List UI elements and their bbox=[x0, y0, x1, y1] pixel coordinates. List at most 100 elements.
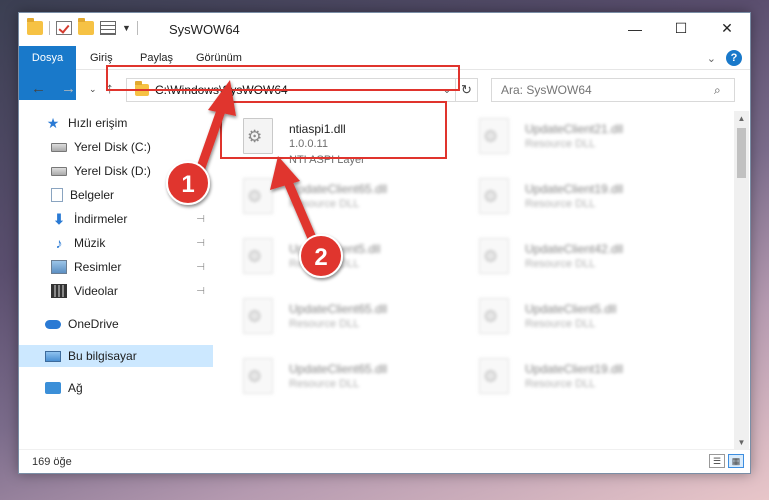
file-item[interactable]: UpdateClient21.dll Resource DLL bbox=[475, 116, 695, 170]
quick-access-toolbar: ▼ bbox=[27, 18, 138, 35]
status-bar: 169 öğe ☰ ▦ bbox=[19, 449, 750, 473]
pin-icon[interactable]: ⊣ bbox=[196, 214, 205, 225]
sidebar-item-label: Yerel Disk (D:) bbox=[74, 164, 151, 178]
sidebar-item-quick-access[interactable]: ★ Hızlı erişim bbox=[19, 112, 213, 134]
pin-icon[interactable]: ⊣ bbox=[196, 262, 205, 273]
scroll-down-icon[interactable]: ▼ bbox=[734, 435, 749, 450]
file-name: UpdateClient19.dll bbox=[525, 362, 624, 376]
file-item[interactable]: UpdateClient19.dll Resource DLL bbox=[475, 176, 695, 230]
tiles-view-icon[interactable]: ▦ bbox=[728, 454, 744, 468]
sidebar-item-network[interactable]: Ağ bbox=[19, 377, 213, 399]
music-icon: ♪ bbox=[55, 235, 63, 251]
help-icon[interactable]: ? bbox=[726, 50, 742, 66]
file-description: Resource DLL bbox=[525, 258, 596, 270]
file-name: UpdateClient42.dll bbox=[525, 242, 624, 256]
new-folder-icon[interactable] bbox=[78, 18, 94, 35]
file-description: Resource DLL bbox=[289, 378, 360, 390]
file-item[interactable]: UpdateClient65.dll Resource DLL bbox=[239, 176, 459, 230]
file-list: ntiaspi1.dll 1.0.0.11 NTI ASPI Layer Upd… bbox=[237, 111, 732, 449]
drive-icon bbox=[51, 166, 67, 176]
dll-file-icon bbox=[479, 118, 509, 154]
expand-ribbon-icon[interactable]: ⌄ bbox=[707, 52, 716, 65]
sidebar-item-documents[interactable]: Belgeler ⊣ bbox=[19, 184, 213, 206]
folder-icon bbox=[27, 18, 43, 35]
sidebar-item-label: Ağ bbox=[68, 381, 83, 395]
file-name: UpdateClient65.dll bbox=[289, 362, 388, 376]
download-icon: ⬇ bbox=[53, 211, 65, 227]
search-box[interactable]: ⌕ bbox=[491, 78, 735, 102]
computer-icon bbox=[45, 350, 61, 362]
sidebar-item-label: Videolar bbox=[74, 284, 118, 298]
sidebar-item-label: Belgeler bbox=[70, 188, 115, 202]
videos-icon bbox=[51, 284, 67, 298]
search-icon[interactable]: ⌕ bbox=[714, 83, 734, 98]
sidebar-item-music[interactable]: ♪ Müzik ⊣ bbox=[19, 232, 213, 254]
sidebar-item-label: Müzik bbox=[74, 236, 106, 250]
sidebar-item-label: Bu bilgisayar bbox=[68, 349, 137, 363]
pin-icon[interactable]: ⊣ bbox=[196, 238, 205, 249]
title-bar: ▼ SysWOW64 — ☐ ✕ bbox=[19, 13, 750, 46]
sidebar-item-label: Hızlı erişim bbox=[68, 116, 128, 130]
file-item[interactable]: UpdateClient42.dll Resource DLL bbox=[475, 236, 695, 290]
file-name: UpdateClient5.dll bbox=[289, 242, 381, 256]
file-name: UpdateClient65.dll bbox=[289, 302, 388, 316]
separator bbox=[49, 21, 50, 35]
dll-file-icon bbox=[479, 298, 509, 334]
scroll-thumb[interactable] bbox=[737, 128, 746, 178]
file-name: UpdateClient5.dll bbox=[525, 302, 617, 316]
sidebar-item-onedrive[interactable]: OneDrive bbox=[19, 313, 213, 335]
separator bbox=[136, 21, 138, 35]
sidebar-item-local-disk-d[interactable]: Yerel Disk (D:) bbox=[19, 160, 213, 182]
dll-file-icon bbox=[479, 358, 509, 394]
file-item[interactable]: UpdateClient65.dll Resource DLL bbox=[239, 296, 459, 350]
customize-toolbar-icon[interactable]: ▼ bbox=[122, 23, 131, 33]
sidebar-item-videos[interactable]: Videolar ⊣ bbox=[19, 280, 213, 302]
view-switcher: ☰ ▦ bbox=[709, 454, 744, 468]
close-button[interactable]: ✕ bbox=[704, 13, 750, 44]
file-item[interactable]: UpdateClient65.dll Resource DLL bbox=[239, 356, 459, 410]
sidebar-item-downloads[interactable]: ⬇ İndirmeler ⊣ bbox=[19, 208, 213, 230]
star-icon: ★ bbox=[46, 115, 60, 131]
file-highlight-box bbox=[220, 101, 447, 159]
sidebar-item-this-pc[interactable]: Bu bilgisayar bbox=[19, 345, 213, 367]
search-input[interactable] bbox=[501, 83, 714, 97]
sidebar-item-label: Yerel Disk (C:) bbox=[74, 140, 151, 154]
properties-icon[interactable] bbox=[100, 21, 116, 35]
file-description: Resource DLL bbox=[289, 318, 360, 330]
details-view-icon[interactable]: ☰ bbox=[709, 454, 725, 468]
minimize-button[interactable]: — bbox=[612, 13, 658, 44]
pin-icon[interactable]: ⊣ bbox=[196, 286, 205, 297]
file-description: Resource DLL bbox=[525, 318, 596, 330]
file-description: Resource DLL bbox=[525, 378, 596, 390]
cloud-icon bbox=[45, 319, 61, 329]
maximize-button[interactable]: ☐ bbox=[658, 13, 704, 44]
file-name: UpdateClient65.dll bbox=[289, 182, 388, 196]
file-name: UpdateClient21.dll bbox=[525, 122, 624, 136]
dll-file-icon bbox=[243, 298, 273, 334]
file-name: UpdateClient19.dll bbox=[525, 182, 624, 196]
sidebar-item-pictures[interactable]: Resimler ⊣ bbox=[19, 256, 213, 278]
drive-icon bbox=[51, 142, 67, 152]
pin-icon[interactable]: ⊣ bbox=[196, 190, 205, 201]
sidebar-item-local-disk-c[interactable]: Yerel Disk (C:) bbox=[19, 136, 213, 158]
file-item[interactable]: UpdateClient19.dll Resource DLL bbox=[475, 356, 695, 410]
documents-icon bbox=[51, 188, 63, 202]
window-controls: — ☐ ✕ bbox=[612, 13, 750, 44]
file-description: Resource DLL bbox=[289, 258, 360, 270]
file-description: Resource DLL bbox=[289, 198, 360, 210]
sidebar-item-label: İndirmeler bbox=[74, 212, 128, 226]
recent-locations-icon[interactable]: ⌄ bbox=[89, 84, 97, 95]
dll-file-icon bbox=[243, 358, 273, 394]
file-item[interactable]: UpdateClient5.dll Resource DLL bbox=[239, 236, 459, 290]
file-item[interactable]: UpdateClient5.dll Resource DLL bbox=[475, 296, 695, 350]
scroll-up-icon[interactable]: ▲ bbox=[734, 111, 749, 126]
properties-check-icon[interactable] bbox=[56, 21, 72, 35]
back-button[interactable]: ← bbox=[31, 80, 46, 97]
dll-file-icon bbox=[243, 178, 273, 214]
forward-button[interactable]: → bbox=[61, 80, 76, 97]
file-description: Resource DLL bbox=[525, 138, 596, 150]
address-highlight-box bbox=[106, 65, 460, 91]
network-icon bbox=[45, 382, 61, 394]
vertical-scrollbar[interactable]: ▲ ▼ bbox=[734, 111, 749, 450]
file-description: Resource DLL bbox=[525, 198, 596, 210]
